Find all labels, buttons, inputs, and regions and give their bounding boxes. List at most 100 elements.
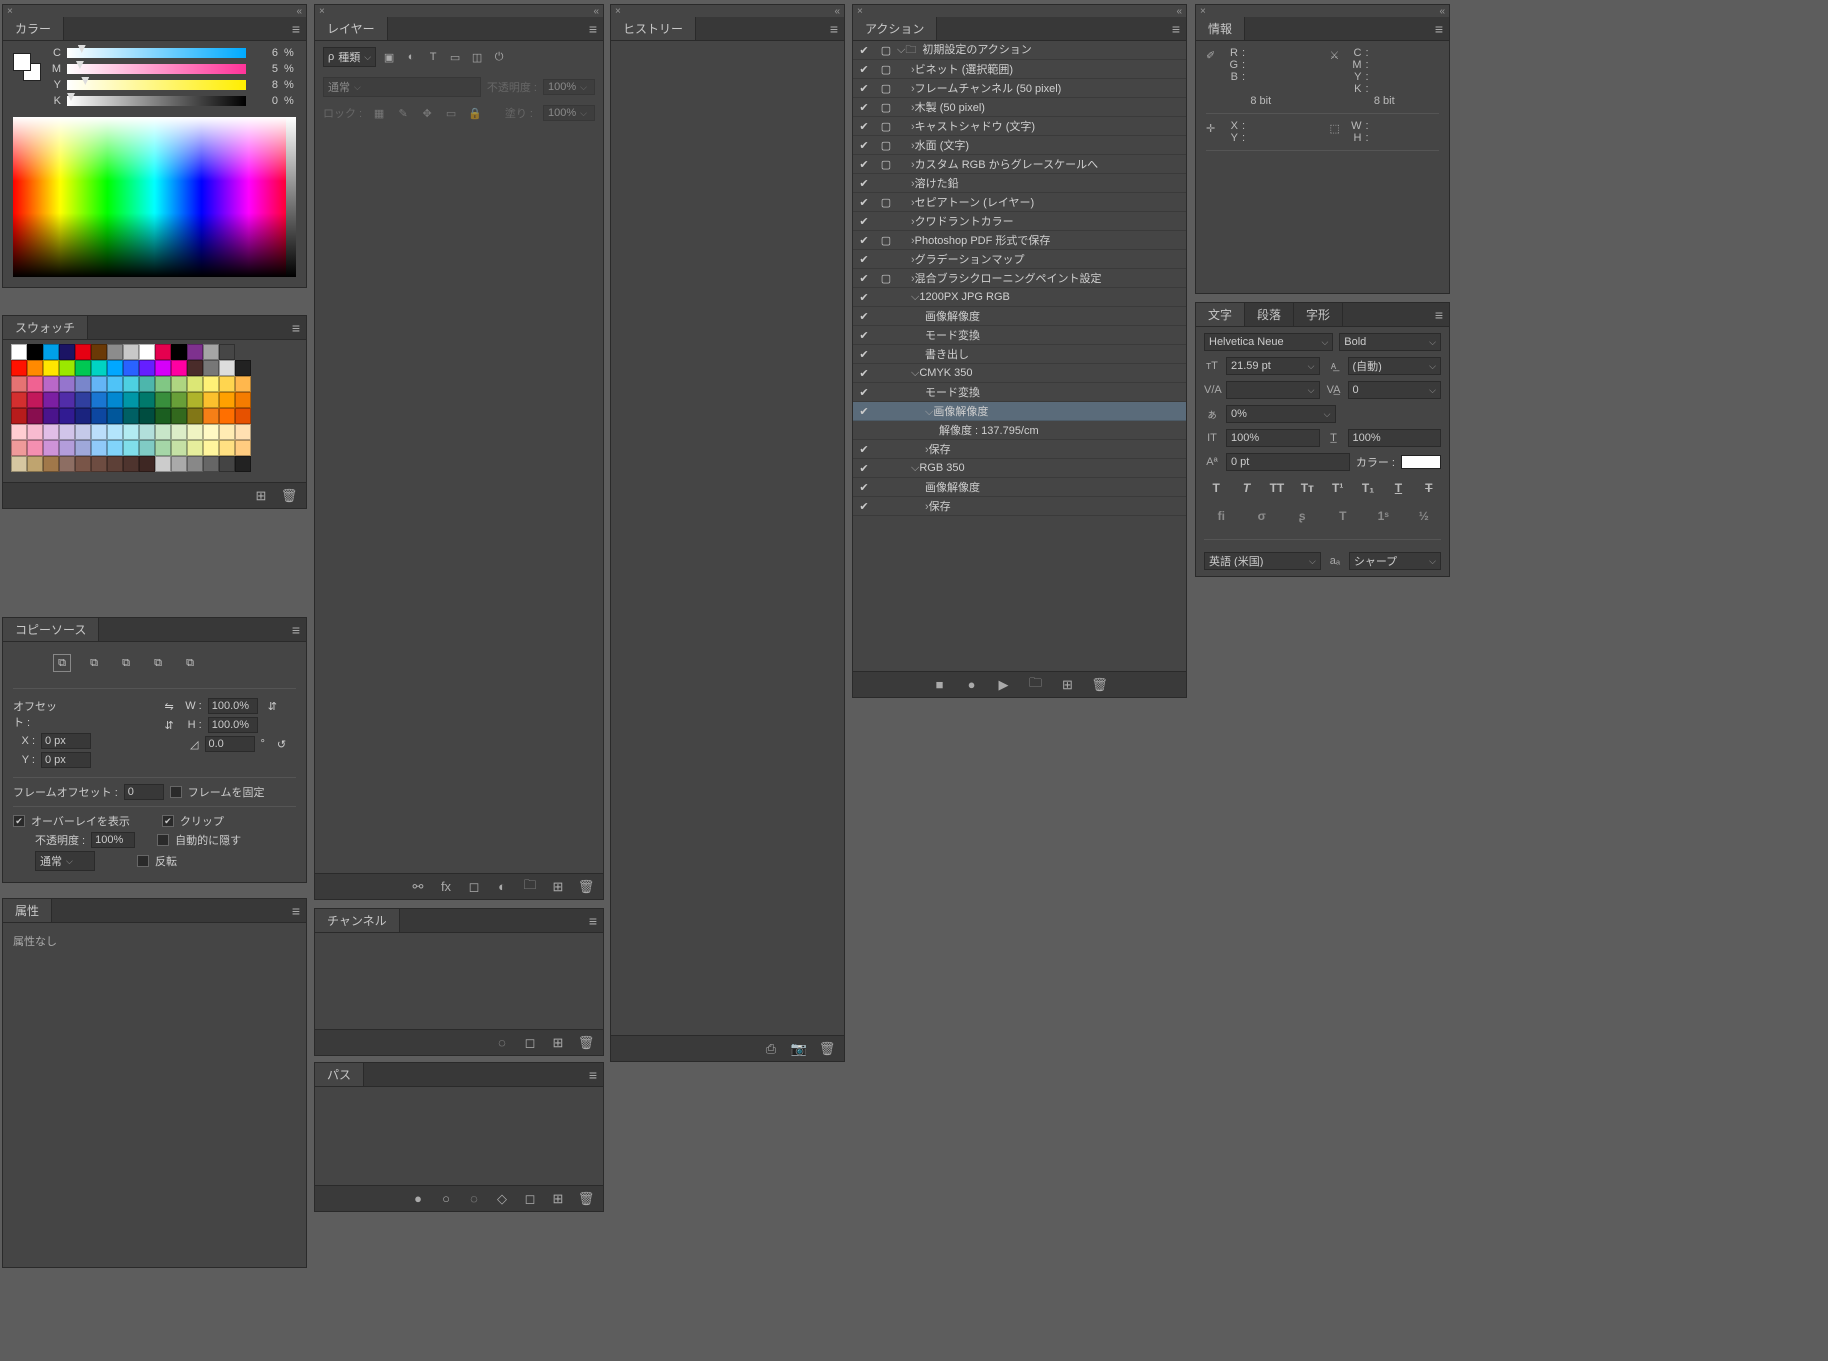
dialog-icon[interactable]: ▢ [875,44,897,57]
filter-pixel-icon[interactable]: ▣ [382,50,396,64]
swatch[interactable] [171,440,187,456]
swatch[interactable] [107,424,123,440]
swatch[interactable] [123,376,139,392]
fill-path-icon[interactable]: ● [411,1192,425,1206]
scale-w-input[interactable] [208,698,258,714]
toggle-icon[interactable]: ✔ [853,291,875,304]
layer-mask-icon[interactable]: ◻ [467,880,481,894]
swatch[interactable] [27,440,43,456]
tab-swatches[interactable]: スウォッチ [3,316,88,339]
swatch[interactable] [59,424,75,440]
swatch[interactable] [91,360,107,376]
swatch[interactable] [43,408,59,424]
subscript-button[interactable]: T₁ [1359,479,1377,497]
toggle-icon[interactable]: ✔ [853,462,875,475]
action-row[interactable]: ✔ ▢ ›セピアトーン (レイヤー) [853,193,1186,212]
kerning-input[interactable]: ⌵ [1226,381,1320,399]
channel-value[interactable]: 0 [252,95,278,107]
tab-paths[interactable]: パス [315,1063,364,1086]
new-layer-icon[interactable]: ⊞ [551,880,565,894]
swatch[interactable] [235,392,251,408]
swatch[interactable] [235,408,251,424]
vscale-input[interactable] [1226,429,1320,447]
panel-menu-icon[interactable]: ≡ [1166,17,1186,40]
swatch[interactable] [75,424,91,440]
blend-mode-dropdown[interactable]: 通常 [323,77,481,97]
baseline-input[interactable] [1226,453,1350,471]
toggle-icon[interactable]: ✔ [853,367,875,380]
swatch[interactable] [91,440,107,456]
swatch[interactable] [75,344,91,360]
opacity-dropdown[interactable]: 100% [543,79,595,95]
new-channel-icon[interactable]: ⊞ [551,1036,565,1050]
action-row[interactable]: 解像度 : 137.795/cm [853,421,1186,440]
swatch[interactable] [11,376,27,392]
swatch[interactable] [43,360,59,376]
swatch[interactable] [123,392,139,408]
swatch[interactable] [203,360,219,376]
swatch[interactable] [11,392,27,408]
new-doc-from-state-icon[interactable]: ⎙ [764,1042,778,1056]
toggle-icon[interactable]: ✔ [853,196,875,209]
action-row[interactable]: ✔ ▢ ›Photoshop PDF 形式で保存 [853,231,1186,250]
leading-input[interactable]: ⌵ [1348,357,1442,375]
tab-character[interactable]: 文字 [1196,303,1245,326]
swatch[interactable] [11,360,27,376]
cmyk-slider[interactable] [67,80,246,90]
tab-history[interactable]: ヒストリー [611,17,696,40]
swatch[interactable] [43,376,59,392]
swatch[interactable] [155,344,171,360]
toggle-icon[interactable]: ✔ [853,158,875,171]
panel-menu-icon[interactable]: ≡ [1429,303,1449,326]
load-selection-icon[interactable]: ◌ [495,1036,509,1050]
close-icon[interactable]: × [857,6,863,17]
swatch[interactable] [75,392,91,408]
swatch[interactable] [75,376,91,392]
swatch[interactable] [123,360,139,376]
new-set-icon[interactable]: 🗀 [1029,678,1043,692]
tab-glyphs[interactable]: 字形 [1294,303,1343,326]
action-row[interactable]: ✔ ⌵画像解像度 [853,402,1186,421]
action-row[interactable]: ✔ ▢ ›水面 (文字) [853,136,1186,155]
new-snapshot-icon[interactable]: 📷 [792,1042,806,1056]
lock-artboard-icon[interactable]: ▭ [444,106,458,120]
swatch[interactable] [91,376,107,392]
swatch[interactable] [155,424,171,440]
toggle-icon[interactable]: ✔ [853,63,875,76]
toggle-icon[interactable]: ✔ [853,405,875,418]
swatch[interactable] [107,376,123,392]
action-row[interactable]: ✔ 書き出し [853,345,1186,364]
swatch[interactable] [11,344,27,360]
close-icon[interactable]: × [7,6,13,17]
swatch[interactable] [155,440,171,456]
swatch[interactable] [91,408,107,424]
swatch[interactable] [235,440,251,456]
swatch[interactable] [235,424,251,440]
tab-channels[interactable]: チャンネル [315,909,400,932]
swatch[interactable] [203,376,219,392]
swatch[interactable] [155,360,171,376]
filter-shape-icon[interactable]: ▭ [448,50,462,64]
toggle-icon[interactable]: ✔ [853,386,875,399]
close-icon[interactable]: × [1200,6,1206,17]
swatch[interactable] [11,440,27,456]
action-row[interactable]: ✔ ▢ ›木製 (50 pixel) [853,98,1186,117]
angle-input[interactable] [205,736,255,752]
swatch[interactable] [27,456,43,472]
smallcaps-button[interactable]: Tᴛ [1298,479,1316,497]
toggle-icon[interactable]: ✔ [853,310,875,323]
clip-checkbox[interactable]: ✔ [162,815,174,827]
filter-smart-icon[interactable]: ◫ [470,50,484,64]
swatch[interactable] [155,392,171,408]
swash-button[interactable]: ʂ [1293,507,1311,525]
link-layers-icon[interactable]: ⚯ [411,880,425,894]
allcaps-button[interactable]: TT [1268,479,1286,497]
new-path-icon[interactable]: ⊞ [551,1192,565,1206]
overlay-blend-dropdown[interactable]: 通常 [35,851,95,871]
swatch[interactable] [139,424,155,440]
record-icon[interactable]: ● [965,678,979,692]
swatch[interactable] [107,392,123,408]
layer-fx-icon[interactable]: fx [439,880,453,894]
swatch[interactable] [75,360,91,376]
toggle-icon[interactable]: ✔ [853,234,875,247]
